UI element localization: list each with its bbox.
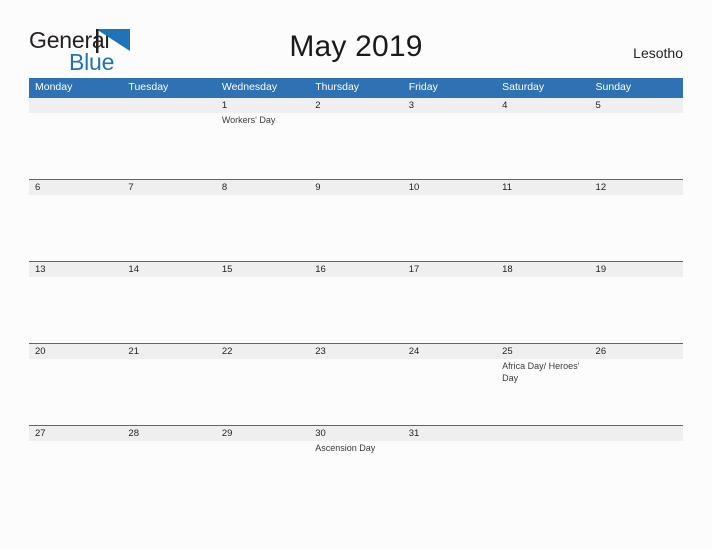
day-event bbox=[216, 441, 309, 483]
day-event bbox=[122, 441, 215, 483]
date-number[interactable] bbox=[590, 426, 683, 441]
day-event bbox=[403, 277, 496, 343]
date-number[interactable]: 24 bbox=[403, 344, 496, 359]
day-event bbox=[122, 277, 215, 343]
date-number[interactable]: 26 bbox=[590, 344, 683, 359]
week-row: 20 21 22 23 24 25 26 Africa Day/ Heroes'… bbox=[29, 343, 683, 425]
date-number[interactable]: 28 bbox=[122, 426, 215, 441]
day-event bbox=[29, 277, 122, 343]
date-number[interactable]: 25 bbox=[496, 344, 589, 359]
date-number[interactable]: 15 bbox=[216, 262, 309, 277]
date-number[interactable]: 12 bbox=[590, 180, 683, 195]
date-number[interactable]: 8 bbox=[216, 180, 309, 195]
date-number[interactable]: 20 bbox=[29, 344, 122, 359]
date-number[interactable]: 19 bbox=[590, 262, 683, 277]
week-event-band: Workers' Day bbox=[29, 113, 683, 179]
weekday-header-wednesday: Wednesday bbox=[221, 81, 278, 93]
date-number[interactable]: 7 bbox=[122, 180, 215, 195]
day-event bbox=[309, 195, 402, 261]
week-row: 1 2 3 4 5 Workers' Day bbox=[29, 97, 683, 179]
week-event-band bbox=[29, 195, 683, 261]
date-number[interactable]: 10 bbox=[403, 180, 496, 195]
week-row: 13 14 15 16 17 18 19 bbox=[29, 261, 683, 343]
day-event bbox=[590, 113, 683, 179]
date-number[interactable]: 27 bbox=[29, 426, 122, 441]
date-number[interactable]: 4 bbox=[496, 98, 589, 113]
weekday-header-tuesday: Tuesday bbox=[128, 81, 169, 93]
day-event: Ascension Day bbox=[315, 443, 376, 453]
date-number[interactable] bbox=[29, 98, 122, 113]
date-number[interactable]: 5 bbox=[590, 98, 683, 113]
date-number[interactable] bbox=[496, 426, 589, 441]
week-event-band: Africa Day/ Heroes' Day bbox=[29, 359, 683, 425]
day-event bbox=[122, 195, 215, 261]
day-event bbox=[496, 113, 589, 179]
calendar-grid: Monday Tuesday Wednesday Thursday Friday… bbox=[29, 78, 683, 483]
day-event bbox=[216, 359, 309, 425]
day-event bbox=[496, 441, 589, 483]
day-event bbox=[309, 359, 402, 425]
day-event bbox=[29, 441, 122, 483]
date-number[interactable]: 31 bbox=[403, 426, 496, 441]
week-event-band: Ascension Day bbox=[29, 441, 683, 483]
day-event bbox=[590, 195, 683, 261]
day-event bbox=[29, 113, 122, 179]
day-event bbox=[122, 359, 215, 425]
day-event bbox=[216, 277, 309, 343]
date-number[interactable]: 23 bbox=[309, 344, 402, 359]
date-number[interactable]: 22 bbox=[216, 344, 309, 359]
weekday-header-monday: Monday bbox=[35, 81, 73, 93]
country-label: Lesotho bbox=[633, 45, 683, 61]
date-number[interactable]: 21 bbox=[122, 344, 215, 359]
date-number[interactable]: 6 bbox=[29, 180, 122, 195]
page-title: May 2019 bbox=[289, 30, 423, 63]
day-event bbox=[590, 441, 683, 483]
day-event bbox=[216, 195, 309, 261]
weekday-header-thursday: Thursday bbox=[315, 81, 360, 93]
day-event bbox=[496, 277, 589, 343]
day-event bbox=[403, 359, 496, 425]
day-event bbox=[590, 277, 683, 343]
date-number[interactable]: 3 bbox=[403, 98, 496, 113]
day-event: Africa Day/ Heroes' Day bbox=[502, 361, 580, 383]
day-event bbox=[403, 113, 496, 179]
date-number[interactable]: 11 bbox=[496, 180, 589, 195]
day-event bbox=[29, 359, 122, 425]
date-number[interactable]: 9 bbox=[309, 180, 402, 195]
day-event bbox=[122, 113, 215, 179]
weekday-header-sunday: Sunday bbox=[595, 81, 632, 93]
day-event bbox=[590, 359, 683, 425]
date-number[interactable]: 1 bbox=[216, 98, 309, 113]
weekday-header-row: Monday Tuesday Wednesday Thursday Friday… bbox=[29, 78, 683, 97]
weekday-header-saturday: Saturday bbox=[502, 81, 545, 93]
date-number[interactable]: 2 bbox=[309, 98, 402, 113]
day-event bbox=[403, 441, 496, 483]
week-date-band: 6 7 8 9 10 11 12 bbox=[29, 180, 683, 195]
day-event bbox=[29, 195, 122, 261]
week-date-band: 13 14 15 16 17 18 19 bbox=[29, 262, 683, 277]
day-event bbox=[496, 195, 589, 261]
week-date-band: 1 2 3 4 5 bbox=[29, 98, 683, 113]
date-number[interactable]: 13 bbox=[29, 262, 122, 277]
week-event-band bbox=[29, 277, 683, 343]
day-event bbox=[403, 195, 496, 261]
day-event: Workers' Day bbox=[221, 115, 276, 125]
week-row: 6 7 8 9 10 11 12 bbox=[29, 179, 683, 261]
date-number[interactable]: 17 bbox=[403, 262, 496, 277]
date-number[interactable]: 30 bbox=[309, 426, 402, 441]
page-header: General Blue May 2019 Lesotho bbox=[0, 0, 712, 76]
date-number[interactable] bbox=[122, 98, 215, 113]
date-number[interactable]: 18 bbox=[496, 262, 589, 277]
date-number[interactable]: 29 bbox=[216, 426, 309, 441]
day-event bbox=[309, 113, 402, 179]
weekday-header-friday: Friday bbox=[408, 81, 438, 93]
week-date-band: 20 21 22 23 24 25 26 bbox=[29, 344, 683, 359]
day-event bbox=[309, 277, 402, 343]
week-row: 27 28 29 30 31 Ascension Day bbox=[29, 425, 683, 483]
week-date-band: 27 28 29 30 31 bbox=[29, 426, 683, 441]
date-number[interactable]: 14 bbox=[122, 262, 215, 277]
date-number[interactable]: 16 bbox=[309, 262, 402, 277]
